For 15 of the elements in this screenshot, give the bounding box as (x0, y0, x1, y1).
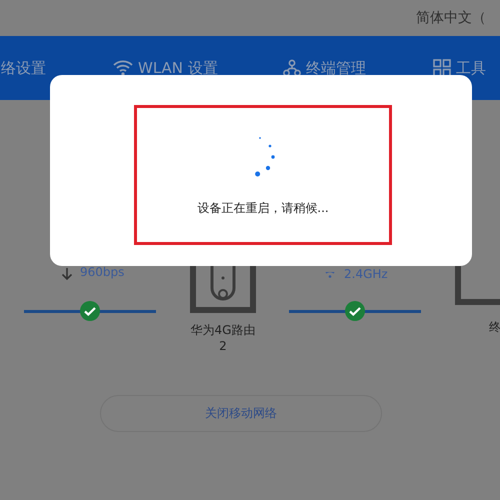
wifi-icon (113, 60, 133, 76)
device-name: 华为4G路由 2 (190, 322, 256, 354)
nav-tab[interactable]: WLAN 设置 (113, 58, 283, 78)
nav-tab[interactable]: 工具 (433, 58, 486, 78)
wlan-band-label: 2.4GHz (344, 267, 388, 281)
restart-message: 设备正在重启，请稍候... (197, 200, 329, 217)
nav-tab[interactable]: 络设置 (1, 58, 113, 78)
download-arrow-icon (61, 267, 73, 281)
grid-icon (433, 59, 451, 77)
download-speed: 960bps (80, 265, 124, 279)
close-mobile-network-button[interactable]: 关闭移动网络 (100, 395, 382, 432)
nav-tab[interactable]: 终端管理 (283, 58, 433, 78)
network-tree-icon (283, 59, 301, 77)
wifi-icon (323, 272, 337, 278)
language-selector[interactable]: 简体中文（ (416, 9, 486, 27)
